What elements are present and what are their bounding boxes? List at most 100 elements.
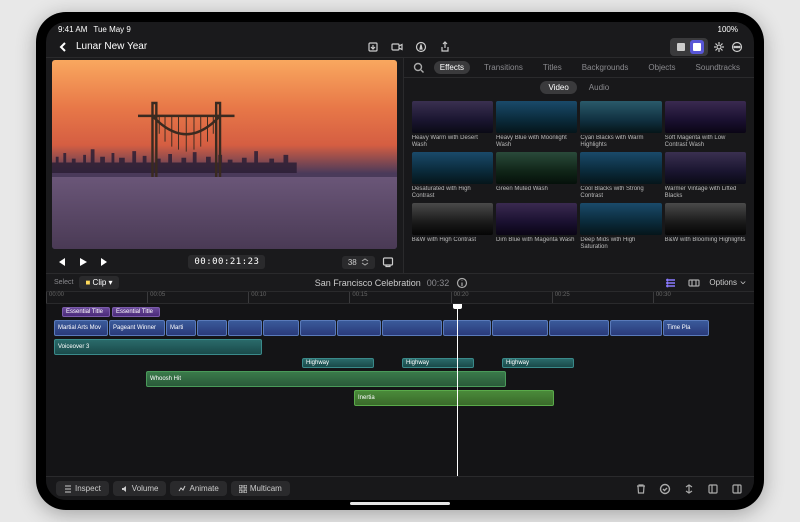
- timeline-clip[interactable]: [549, 320, 609, 336]
- effect-item[interactable]: B&W with High Contrast: [412, 203, 493, 251]
- timeline-clip[interactable]: Marti: [166, 320, 196, 336]
- import-icon[interactable]: [366, 40, 380, 54]
- effect-label: Green Muted Wash: [496, 186, 577, 200]
- effect-thumb: [580, 101, 661, 133]
- bottom-bar: Inspect Volume Animate Multicam: [46, 476, 754, 500]
- timeline-clip[interactable]: Highway: [502, 358, 574, 368]
- timeline-clip[interactable]: Pageant Winner: [109, 320, 165, 336]
- rate-value: 38: [348, 258, 357, 267]
- effect-item[interactable]: Heavy Warm with Desert Wash: [412, 101, 493, 149]
- effect-thumb: [496, 101, 577, 133]
- ruler-mark: 00:20: [451, 292, 552, 303]
- ruler-mark: 00:30: [653, 292, 754, 303]
- effect-label: Deep Mids with High Saturation: [580, 237, 661, 251]
- effect-thumb: [580, 203, 661, 235]
- timeline-clip[interactable]: Whoosh Hit: [146, 371, 506, 387]
- effect-item[interactable]: Green Muted Wash: [496, 152, 577, 200]
- fullscreen-icon[interactable]: [381, 255, 395, 269]
- layout-switcher: [670, 38, 708, 56]
- rate-box[interactable]: 38: [342, 256, 375, 269]
- skip-forward-icon[interactable]: [98, 255, 112, 269]
- timecode-display[interactable]: 00:00:21:23: [188, 255, 265, 269]
- timeline-clip[interactable]: [263, 320, 299, 336]
- clip-tag[interactable]: ■ Clip ▾: [79, 276, 118, 289]
- timeline-clip[interactable]: Martial Arts Mov: [54, 320, 108, 336]
- trim-start-icon[interactable]: [706, 482, 720, 496]
- tab-backgrounds[interactable]: Backgrounds: [576, 61, 635, 74]
- effect-label: B&W with Blooming Highlights: [665, 237, 746, 251]
- skip-back-icon[interactable]: [54, 255, 68, 269]
- timeline-clip[interactable]: [337, 320, 381, 336]
- effect-item[interactable]: Dim Blue with Magenta Wash: [496, 203, 577, 251]
- play-icon[interactable]: [76, 255, 90, 269]
- voiceover-icon[interactable]: [414, 40, 428, 54]
- timeline-clip[interactable]: [197, 320, 227, 336]
- share-icon[interactable]: [438, 40, 452, 54]
- timeline-clip[interactable]: Time Pla: [663, 320, 709, 336]
- effect-item[interactable]: Cool Blacks with Strong Contrast: [580, 152, 661, 200]
- titles-track: Essential TitleEssential Title: [54, 306, 746, 318]
- effect-label: Cool Blacks with Strong Contrast: [580, 186, 661, 200]
- options-button[interactable]: Options: [709, 278, 746, 287]
- tab-transitions[interactable]: Transitions: [478, 61, 529, 74]
- effect-label: Desaturated with High Contrast: [412, 186, 493, 200]
- effect-item[interactable]: B&W with Blooming Highlights: [665, 203, 746, 251]
- audio-track-2: Highway Highway Highway: [54, 357, 746, 369]
- timeline-header: Select ■ Clip ▾ San Francisco Celebratio…: [46, 274, 754, 292]
- video-preview[interactable]: [52, 60, 397, 249]
- select-label: Select: [54, 279, 73, 286]
- tab-titles[interactable]: Titles: [537, 61, 568, 74]
- zoom-icon[interactable]: [687, 276, 701, 290]
- ruler-mark: 00:10: [248, 292, 349, 303]
- timeline-clip[interactable]: Highway: [402, 358, 474, 368]
- timeline-clip[interactable]: [610, 320, 662, 336]
- effect-thumb: [496, 152, 577, 184]
- layout-browser-icon[interactable]: [674, 40, 688, 54]
- effect-label: Heavy Blue with Moonlight Wash: [496, 135, 577, 149]
- tab-objects[interactable]: Objects: [642, 61, 681, 74]
- timeline[interactable]: Essential TitleEssential Title Martial A…: [46, 304, 754, 476]
- timeline-clip[interactable]: [228, 320, 262, 336]
- volume-button[interactable]: Volume: [113, 481, 167, 496]
- timeline-clip[interactable]: [300, 320, 336, 336]
- effect-item[interactable]: Desaturated with High Contrast: [412, 152, 493, 200]
- layout-inspector-icon[interactable]: [690, 40, 704, 54]
- inspect-button[interactable]: Inspect: [56, 481, 109, 496]
- trim-end-icon[interactable]: [730, 482, 744, 496]
- timeline-ruler[interactable]: 00:0000:0500:1000:1500:2000:2500:30: [46, 292, 754, 304]
- timeline-clip[interactable]: [492, 320, 548, 336]
- effect-label: Soft Magenta with Low Contrast Wash: [665, 135, 746, 149]
- split-icon[interactable]: [682, 482, 696, 496]
- timeline-clip[interactable]: Highway: [302, 358, 374, 368]
- back-icon[interactable]: [56, 40, 70, 54]
- effect-item[interactable]: Warmer Vintage with Lifted Blacks: [665, 152, 746, 200]
- timeline-clip[interactable]: Essential Title: [62, 307, 110, 317]
- info-icon[interactable]: [455, 276, 469, 290]
- status-time: 9:41 AM: [58, 25, 87, 34]
- browser-search-icon[interactable]: [412, 61, 426, 75]
- timeline-clip[interactable]: [443, 320, 491, 336]
- main-area: 00:00:21:23 38 Effects Transitions Title…: [46, 58, 754, 274]
- timeline-clip[interactable]: Inertia: [354, 390, 554, 406]
- trash-icon[interactable]: [634, 482, 648, 496]
- more-icon[interactable]: [730, 40, 744, 54]
- effect-item[interactable]: Heavy Blue with Moonlight Wash: [496, 101, 577, 149]
- checkmark-icon[interactable]: [658, 482, 672, 496]
- animate-button[interactable]: Animate: [170, 481, 226, 496]
- timeline-clip[interactable]: Voiceover 3: [54, 339, 262, 355]
- tab-effects[interactable]: Effects: [434, 61, 470, 74]
- effect-item[interactable]: Soft Magenta with Low Contrast Wash: [665, 101, 746, 149]
- subtab-audio[interactable]: Audio: [581, 81, 617, 94]
- timeline-clip[interactable]: [382, 320, 442, 336]
- effect-item[interactable]: Cyan Blacks with Warm Highlights: [580, 101, 661, 149]
- timeline-clip[interactable]: Essential Title: [112, 307, 160, 317]
- camera-icon[interactable]: [390, 40, 404, 54]
- index-icon[interactable]: [665, 276, 679, 290]
- multicam-button[interactable]: Multicam: [231, 481, 290, 496]
- settings-icon[interactable]: [712, 40, 726, 54]
- playhead[interactable]: [457, 304, 458, 476]
- effect-item[interactable]: Deep Mids with High Saturation: [580, 203, 661, 251]
- effect-thumb: [665, 203, 746, 235]
- subtab-video[interactable]: Video: [540, 81, 576, 94]
- tab-soundtracks[interactable]: Soundtracks: [690, 61, 746, 74]
